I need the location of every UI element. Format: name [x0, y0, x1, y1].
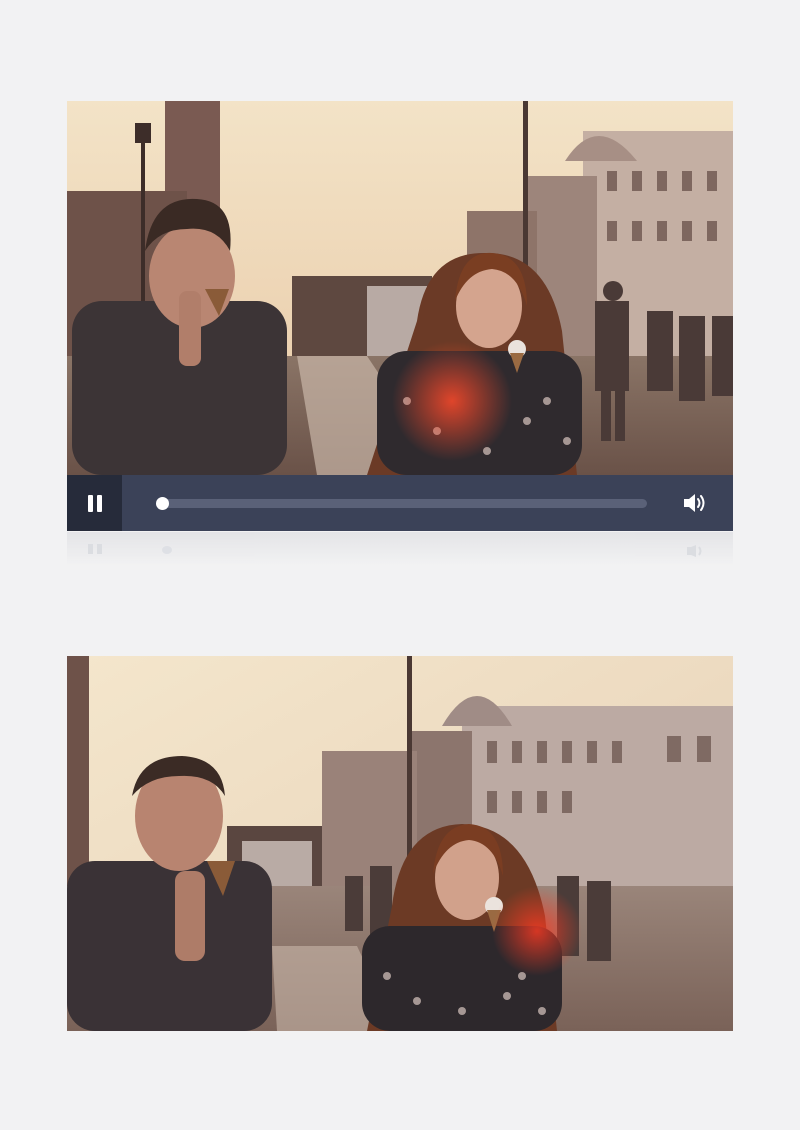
volume-button[interactable] — [681, 489, 709, 517]
volume-icon-reflection — [687, 545, 702, 557]
player-controls — [67, 475, 733, 531]
pause-button[interactable] — [67, 475, 122, 531]
controls-reflection — [67, 532, 733, 566]
video-frame-top[interactable] — [67, 101, 733, 475]
progress-knob[interactable] — [156, 496, 169, 510]
video-frame-bottom[interactable] — [67, 656, 733, 1031]
volume-icon — [684, 494, 705, 512]
video-scene-top — [67, 101, 733, 475]
pause-icon — [87, 494, 93, 512]
progress-bar[interactable] — [156, 496, 647, 510]
video-scene-bottom — [67, 656, 733, 1031]
